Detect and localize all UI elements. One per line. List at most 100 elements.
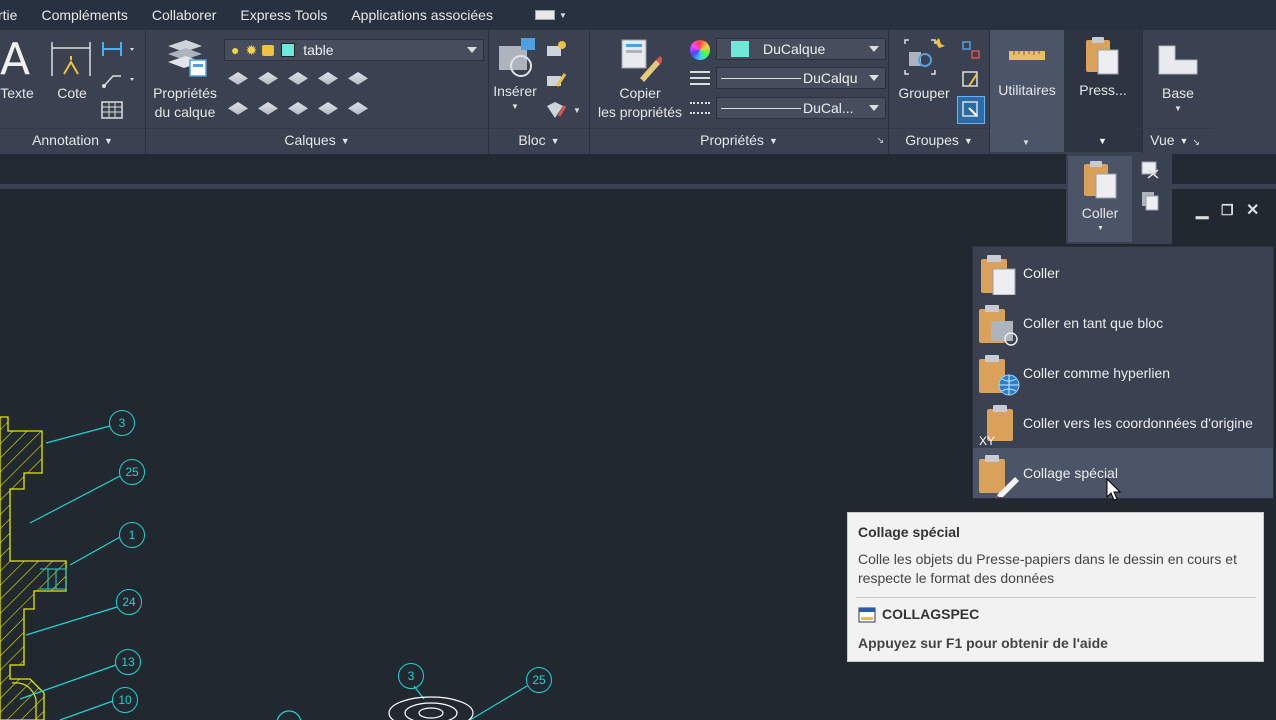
leader-lines [19, 425, 528, 720]
panel-title-vue[interactable]: Vue ▼ ↘ [1135, 128, 1215, 150]
menu-item-label: Coller [1023, 265, 1060, 281]
menu-item-label: Coller vers les coordonnées d'origine [1023, 415, 1253, 431]
cut-icon[interactable] [1140, 160, 1162, 180]
partial-balloon [276, 710, 302, 720]
layer-lock-icon[interactable] [318, 72, 338, 85]
edit-block-icon[interactable] [545, 70, 567, 90]
chevron-down-icon: ▼ [511, 102, 519, 111]
create-block-icon[interactable] [545, 40, 567, 60]
group-icon[interactable] [901, 38, 945, 82]
base-label[interactable]: Base [1143, 84, 1213, 103]
ungroup-icon[interactable] [961, 40, 981, 60]
menu-item-coller-origine[interactable]: XY Coller vers les coordonnées d'origine [973, 398, 1273, 448]
tooltip-description: Colle les objets du Presse-papiers dans … [858, 551, 1237, 586]
lineweight-value: DuCal... [803, 100, 854, 116]
panel-annotation: A Texte Cote Annotation ▼ [0, 30, 145, 154]
panel-groupes: Grouper Groupes ▼ [889, 30, 989, 154]
menu-item-coller-hyperlien[interactable]: Coller comme hyperlien [973, 348, 1273, 398]
panel-title-proprietes[interactable]: Propriétés ▼ [590, 128, 888, 150]
balloon[interactable]: 3 [398, 663, 424, 689]
panel-title-bloc[interactable]: Bloc ▼ [489, 128, 589, 150]
layer-name: table [303, 42, 334, 58]
layer-combo[interactable]: ● ✹ table [224, 39, 484, 61]
layer-properties-label-2[interactable]: du calque [146, 103, 224, 122]
menu-item-complements[interactable]: Compléments [29, 7, 139, 23]
dialog-launcher-icon[interactable]: ↘ [876, 135, 884, 146]
workspace-toggle-icon[interactable] [534, 10, 555, 20]
layer-unisolate-icon[interactable] [258, 102, 278, 115]
presse-papiers-label[interactable]: Press... [1064, 81, 1142, 100]
balloon[interactable]: 1 [119, 522, 145, 548]
layer-unlock-icon[interactable] [318, 102, 338, 115]
sun-icon: ✹ [245, 41, 258, 58]
tooltip: Collage spécial Colle les objets du Pres… [847, 512, 1264, 662]
panel-title-annotation[interactable]: Annotation ▼ [0, 128, 145, 150]
menu-item-express-tools[interactable]: Express Tools [228, 7, 339, 23]
menu-item-sortie[interactable]: rtie [0, 7, 29, 23]
layer-freeze-icon[interactable] [288, 72, 308, 85]
color-swatch [731, 41, 749, 57]
menu-item-collaborer[interactable]: Collaborer [140, 7, 229, 23]
leader-icon[interactable] [101, 70, 137, 90]
linetype-combo[interactable]: DuCalqu [716, 67, 886, 89]
layer-off-icon[interactable] [228, 72, 248, 85]
grouper-label[interactable]: Grouper [889, 84, 959, 103]
group-edit-icon[interactable] [961, 70, 981, 90]
close-icon[interactable]: ✕ [1246, 200, 1259, 220]
copy-icon[interactable] [1140, 190, 1162, 212]
linear-dim-icon[interactable] [101, 40, 137, 60]
balloon[interactable]: 25 [119, 459, 145, 485]
tooltip-divider [856, 597, 1256, 598]
lightbulb-icon: ● [231, 42, 240, 58]
paste-to-original-coordinates-icon: XY [979, 405, 1013, 447]
block-attribute-icon[interactable] [545, 100, 567, 120]
text-icon[interactable]: A [0, 34, 30, 85]
layer-match-icon[interactable] [348, 72, 368, 85]
ruler-icon [1009, 51, 1045, 60]
panel-title-calques[interactable]: Calques ▼ [146, 128, 488, 150]
menu-item-applications[interactable]: Applications associées [339, 7, 505, 23]
menu-item-label: Coller en tant que bloc [1023, 315, 1164, 331]
chevron-down-icon [869, 105, 879, 111]
copy-properties-label-2[interactable]: les propriétés [590, 103, 690, 122]
tooltip-title: Collage spécial [858, 524, 960, 540]
balloon[interactable]: 13 [115, 649, 141, 675]
menu-item-coller-bloc[interactable]: Coller en tant que bloc [973, 298, 1273, 348]
paste-special-icon [979, 455, 1019, 497]
menu-item-coller[interactable]: Coller [973, 248, 1273, 298]
tooltip-command: COLLAGSPEC [882, 606, 980, 622]
dimension-icon[interactable] [50, 40, 94, 80]
layer-properties-icon[interactable] [164, 36, 208, 78]
balloon[interactable]: 3 [109, 410, 135, 436]
lineweight-combo[interactable]: DuCal... [716, 97, 886, 119]
table-icon[interactable] [101, 101, 123, 119]
layer-thaw-icon[interactable] [288, 102, 308, 115]
layer-merge-icon[interactable] [348, 102, 368, 115]
texte-button-label[interactable]: Texte [0, 84, 34, 103]
insert-block-icon[interactable] [495, 36, 539, 80]
layer-isolate-icon[interactable] [258, 72, 278, 85]
balloon[interactable]: 25 [526, 667, 552, 693]
base-view-icon[interactable] [1157, 44, 1199, 76]
layer-on-icon[interactable] [228, 102, 248, 115]
inserer-label[interactable]: Insérer [489, 82, 541, 101]
cote-button-label[interactable]: Cote [50, 84, 94, 103]
restore-icon[interactable]: ❐ [1221, 202, 1234, 219]
paste-dropdown-menu: Coller Coller en tant que bloc Coller co… [972, 246, 1274, 499]
panel-utilitaires[interactable]: Utilitaires ▼ [990, 30, 1064, 154]
match-properties-icon[interactable] [618, 38, 662, 82]
balloon[interactable]: 24 [116, 589, 142, 615]
color-combo[interactable]: DuCalque [716, 38, 886, 60]
coller-button-label[interactable]: Coller [1068, 204, 1132, 223]
panel-vue: Base ▼ Vue ▼ ↘ [1135, 30, 1276, 154]
utilitaires-label[interactable]: Utilitaires [990, 81, 1064, 100]
chevron-down-icon [869, 75, 879, 81]
menu-item-collage-special[interactable]: Collage spécial [973, 448, 1273, 498]
copy-properties-label-1[interactable]: Copier [590, 84, 690, 103]
panel-presse-papiers[interactable]: Press... ▼ [1064, 30, 1142, 154]
menu-item-label: Collage spécial [1023, 465, 1118, 481]
minimize-icon[interactable]: ▁ [1196, 200, 1208, 220]
layer-properties-label-1[interactable]: Propriétés [146, 84, 224, 103]
balloon[interactable]: 10 [112, 687, 138, 713]
panel-title-groupes[interactable]: Groupes ▼ [889, 128, 989, 150]
